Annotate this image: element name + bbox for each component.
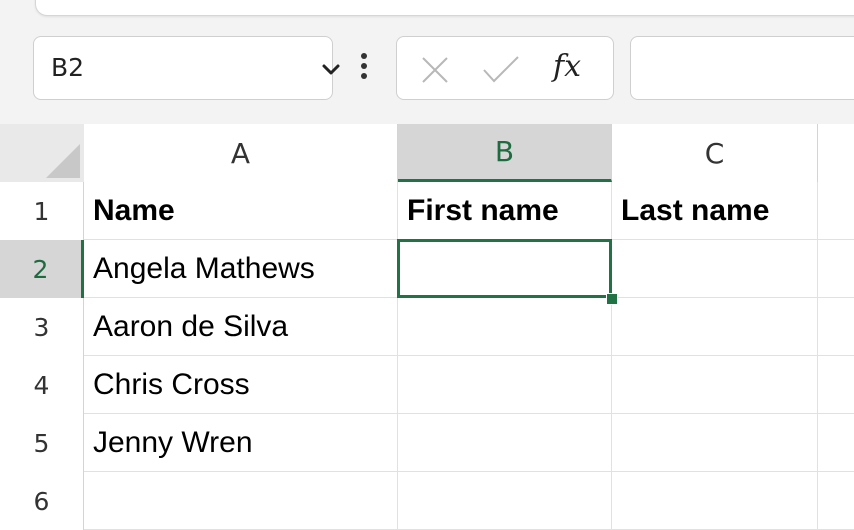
row-header-1[interactable]: 1 <box>0 182 84 240</box>
cell-a5[interactable]: Jenny Wren <box>84 414 398 472</box>
cell-c6[interactable] <box>612 472 818 530</box>
check-icon[interactable] <box>481 54 521 91</box>
cell-d5[interactable] <box>818 414 854 472</box>
column-header-b[interactable]: B <box>398 124 612 182</box>
cell-d2[interactable] <box>818 240 854 298</box>
cell-b6[interactable] <box>398 472 612 530</box>
formula-input[interactable] <box>630 36 854 100</box>
formula-actions: fx <box>396 36 614 100</box>
cell-a2[interactable]: Angela Mathews <box>84 240 398 298</box>
cell-c3[interactable] <box>612 298 818 356</box>
column-header-a[interactable]: A <box>84 124 398 182</box>
cell-d6[interactable] <box>818 472 854 530</box>
cell-a3[interactable]: Aaron de Silva <box>84 298 398 356</box>
active-cell-border <box>397 239 612 298</box>
select-all-corner[interactable] <box>0 124 84 182</box>
name-box-value: B2 <box>51 53 85 82</box>
formula-bar: B2 fx <box>0 24 854 124</box>
cell-b3[interactable] <box>398 298 612 356</box>
cell-d3[interactable] <box>818 298 854 356</box>
name-box[interactable]: B2 <box>33 36 340 100</box>
cell-b4[interactable] <box>398 356 612 414</box>
ribbon-edge <box>0 0 854 24</box>
chevron-down-icon[interactable] <box>321 63 341 82</box>
cell-b1[interactable]: First name <box>398 182 612 240</box>
column-header-d[interactable] <box>818 124 854 182</box>
cell-c2[interactable] <box>612 240 818 298</box>
fx-icon[interactable]: fx <box>553 49 581 84</box>
close-icon[interactable] <box>419 54 451 91</box>
row-header-3[interactable]: 3 <box>0 298 84 356</box>
more-options-icon[interactable] <box>360 51 368 86</box>
cell-d1[interactable] <box>818 182 854 240</box>
cell-c1[interactable]: Last name <box>612 182 818 240</box>
cell-d4[interactable] <box>818 356 854 414</box>
cell-a4[interactable]: Chris Cross <box>84 356 398 414</box>
cell-c4[interactable] <box>612 356 818 414</box>
cell-a1[interactable]: Name <box>84 182 398 240</box>
row-header-2[interactable]: 2 <box>0 240 84 298</box>
cell-b5[interactable] <box>398 414 612 472</box>
row-header-6[interactable]: 6 <box>0 472 84 530</box>
cell-a6[interactable] <box>84 472 398 530</box>
row-header-5[interactable]: 5 <box>0 414 84 472</box>
cell-c5[interactable] <box>612 414 818 472</box>
column-header-c[interactable]: C <box>612 124 818 182</box>
fill-handle[interactable] <box>606 293 618 305</box>
ribbon-panel <box>35 0 854 16</box>
row-header-4[interactable]: 4 <box>0 356 84 414</box>
